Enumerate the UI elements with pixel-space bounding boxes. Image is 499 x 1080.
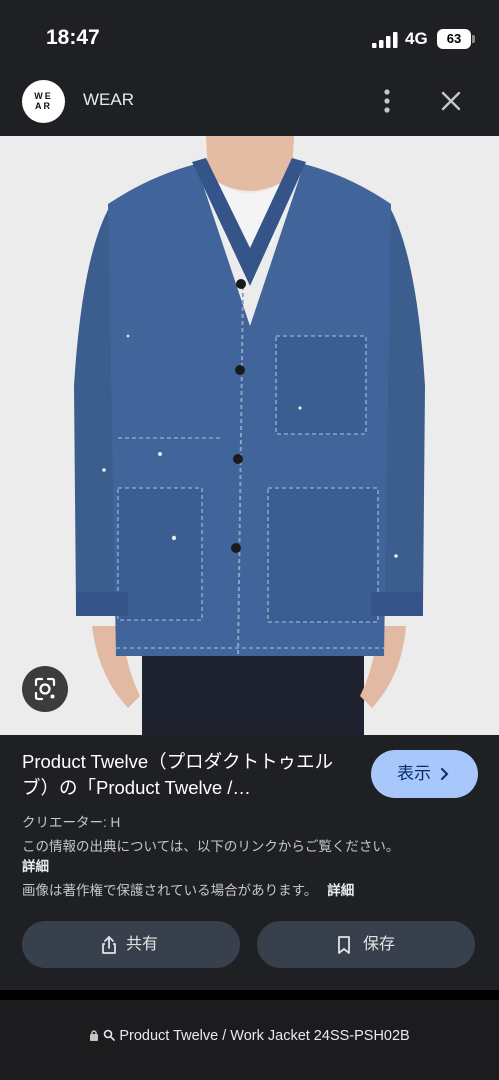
- divider: [0, 990, 499, 1000]
- share-button-label: 共有: [126, 936, 159, 953]
- cellular-signal-icon: [372, 32, 398, 48]
- image-info-panel: Product Twelve（プロダクトトゥエルブ）の「Product Twel…: [0, 735, 499, 990]
- denim-jacket-illustration: [0, 136, 499, 735]
- close-icon[interactable]: [436, 86, 466, 116]
- share-button[interactable]: 共有: [22, 921, 240, 968]
- bookmark-icon: [338, 936, 350, 954]
- battery-tip: [472, 35, 475, 43]
- source-details-link[interactable]: 詳細: [22, 859, 49, 874]
- site-name[interactable]: WEAR: [83, 90, 134, 110]
- lens-icon: [34, 677, 56, 701]
- status-time: 18:47: [46, 26, 100, 49]
- url-display[interactable]: Product Twelve / Work Jacket 24SS-PSH02B: [0, 1028, 499, 1044]
- lens-search-button[interactable]: [22, 666, 68, 712]
- lock-icon: [90, 1030, 99, 1041]
- search-icon: [103, 1029, 116, 1041]
- save-button[interactable]: 保存: [257, 921, 475, 968]
- source-info: この情報の出典については、以下のリンクからご覧ください。 詳細: [22, 837, 482, 877]
- view-button[interactable]: 表示: [371, 750, 478, 798]
- status-bar: 18:47 4G 63: [0, 0, 499, 72]
- product-image[interactable]: [0, 136, 499, 735]
- chevron-right-icon: [441, 768, 449, 780]
- image-title[interactable]: Product Twelve（プロダクトトゥエルブ）の「Product Twel…: [22, 749, 352, 801]
- copyright-notice: 画像は著作権で保護されている場合があります。 詳細: [22, 879, 354, 899]
- more-options-icon[interactable]: [374, 84, 400, 118]
- creator-text: クリエーター: H: [22, 815, 121, 830]
- copyright-text: 画像は著作権で保護されている場合があります。: [22, 883, 318, 898]
- source-text: この情報の出典については、以下のリンクからご覧ください。: [22, 839, 400, 854]
- share-icon: [102, 936, 116, 954]
- browser-url-bar[interactable]: Product Twelve / Work Jacket 24SS-PSH02B: [0, 1000, 499, 1080]
- url-text: Product Twelve / Work Jacket 24SS-PSH02B: [119, 1028, 410, 1044]
- page-header: WE AR WEAR: [0, 72, 499, 136]
- wear-logo[interactable]: WE AR: [22, 80, 65, 123]
- copyright-details-link[interactable]: 詳細: [327, 883, 354, 898]
- save-button-label: 保存: [363, 936, 396, 953]
- network-type: 4G: [405, 29, 428, 48]
- battery-icon: 63: [437, 29, 471, 49]
- view-button-label: 表示: [397, 764, 431, 783]
